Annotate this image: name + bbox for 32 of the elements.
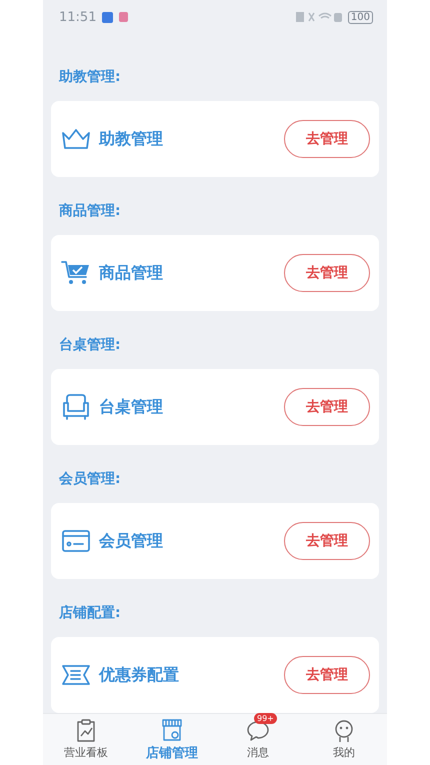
section-heading: 台桌管理:: [58, 336, 122, 356]
crown-icon: [61, 127, 91, 152]
status-time: 11:51: [59, 10, 96, 25]
card-icon: [61, 529, 91, 554]
card-title: 商品管理: [99, 262, 163, 284]
battery-level: 100: [348, 10, 373, 24]
card-title: 台桌管理: [99, 396, 163, 418]
manage-button[interactable]: 去管理: [284, 522, 370, 560]
tab-bar-item[interactable]: 99+ 消息: [215, 714, 301, 765]
cart-icon: [61, 260, 91, 286]
card-title: 助教管理: [99, 128, 163, 150]
section-heading: 商品管理:: [58, 202, 122, 222]
section-heading: 店铺配置:: [58, 604, 122, 624]
app-notification-icon: [119, 12, 128, 22]
section-heading: 助教管理:: [58, 68, 122, 88]
app-notification-icon: [102, 12, 114, 23]
card-title: 会员管理: [99, 530, 163, 552]
tab-bar-item[interactable]: 店铺管理: [129, 714, 215, 765]
sofa-icon: [61, 393, 91, 422]
tab-bar-item[interactable]: 营业看板: [43, 714, 129, 765]
store-icon: [160, 718, 184, 742]
unread-badge: 99+: [254, 713, 277, 724]
section-heading: 会员管理:: [58, 470, 122, 490]
ticket-icon: [61, 663, 91, 688]
card-title: 优惠券配置: [99, 664, 179, 686]
clipboard-chart-icon: [75, 719, 97, 744]
manage-button[interactable]: 去管理: [284, 254, 370, 292]
manage-button[interactable]: 去管理: [284, 120, 370, 158]
manage-button[interactable]: 去管理: [284, 656, 370, 694]
manage-button[interactable]: 去管理: [284, 388, 370, 426]
tab-bar-item[interactable]: 我的: [301, 714, 387, 765]
signal-status-icon: [296, 11, 342, 24]
